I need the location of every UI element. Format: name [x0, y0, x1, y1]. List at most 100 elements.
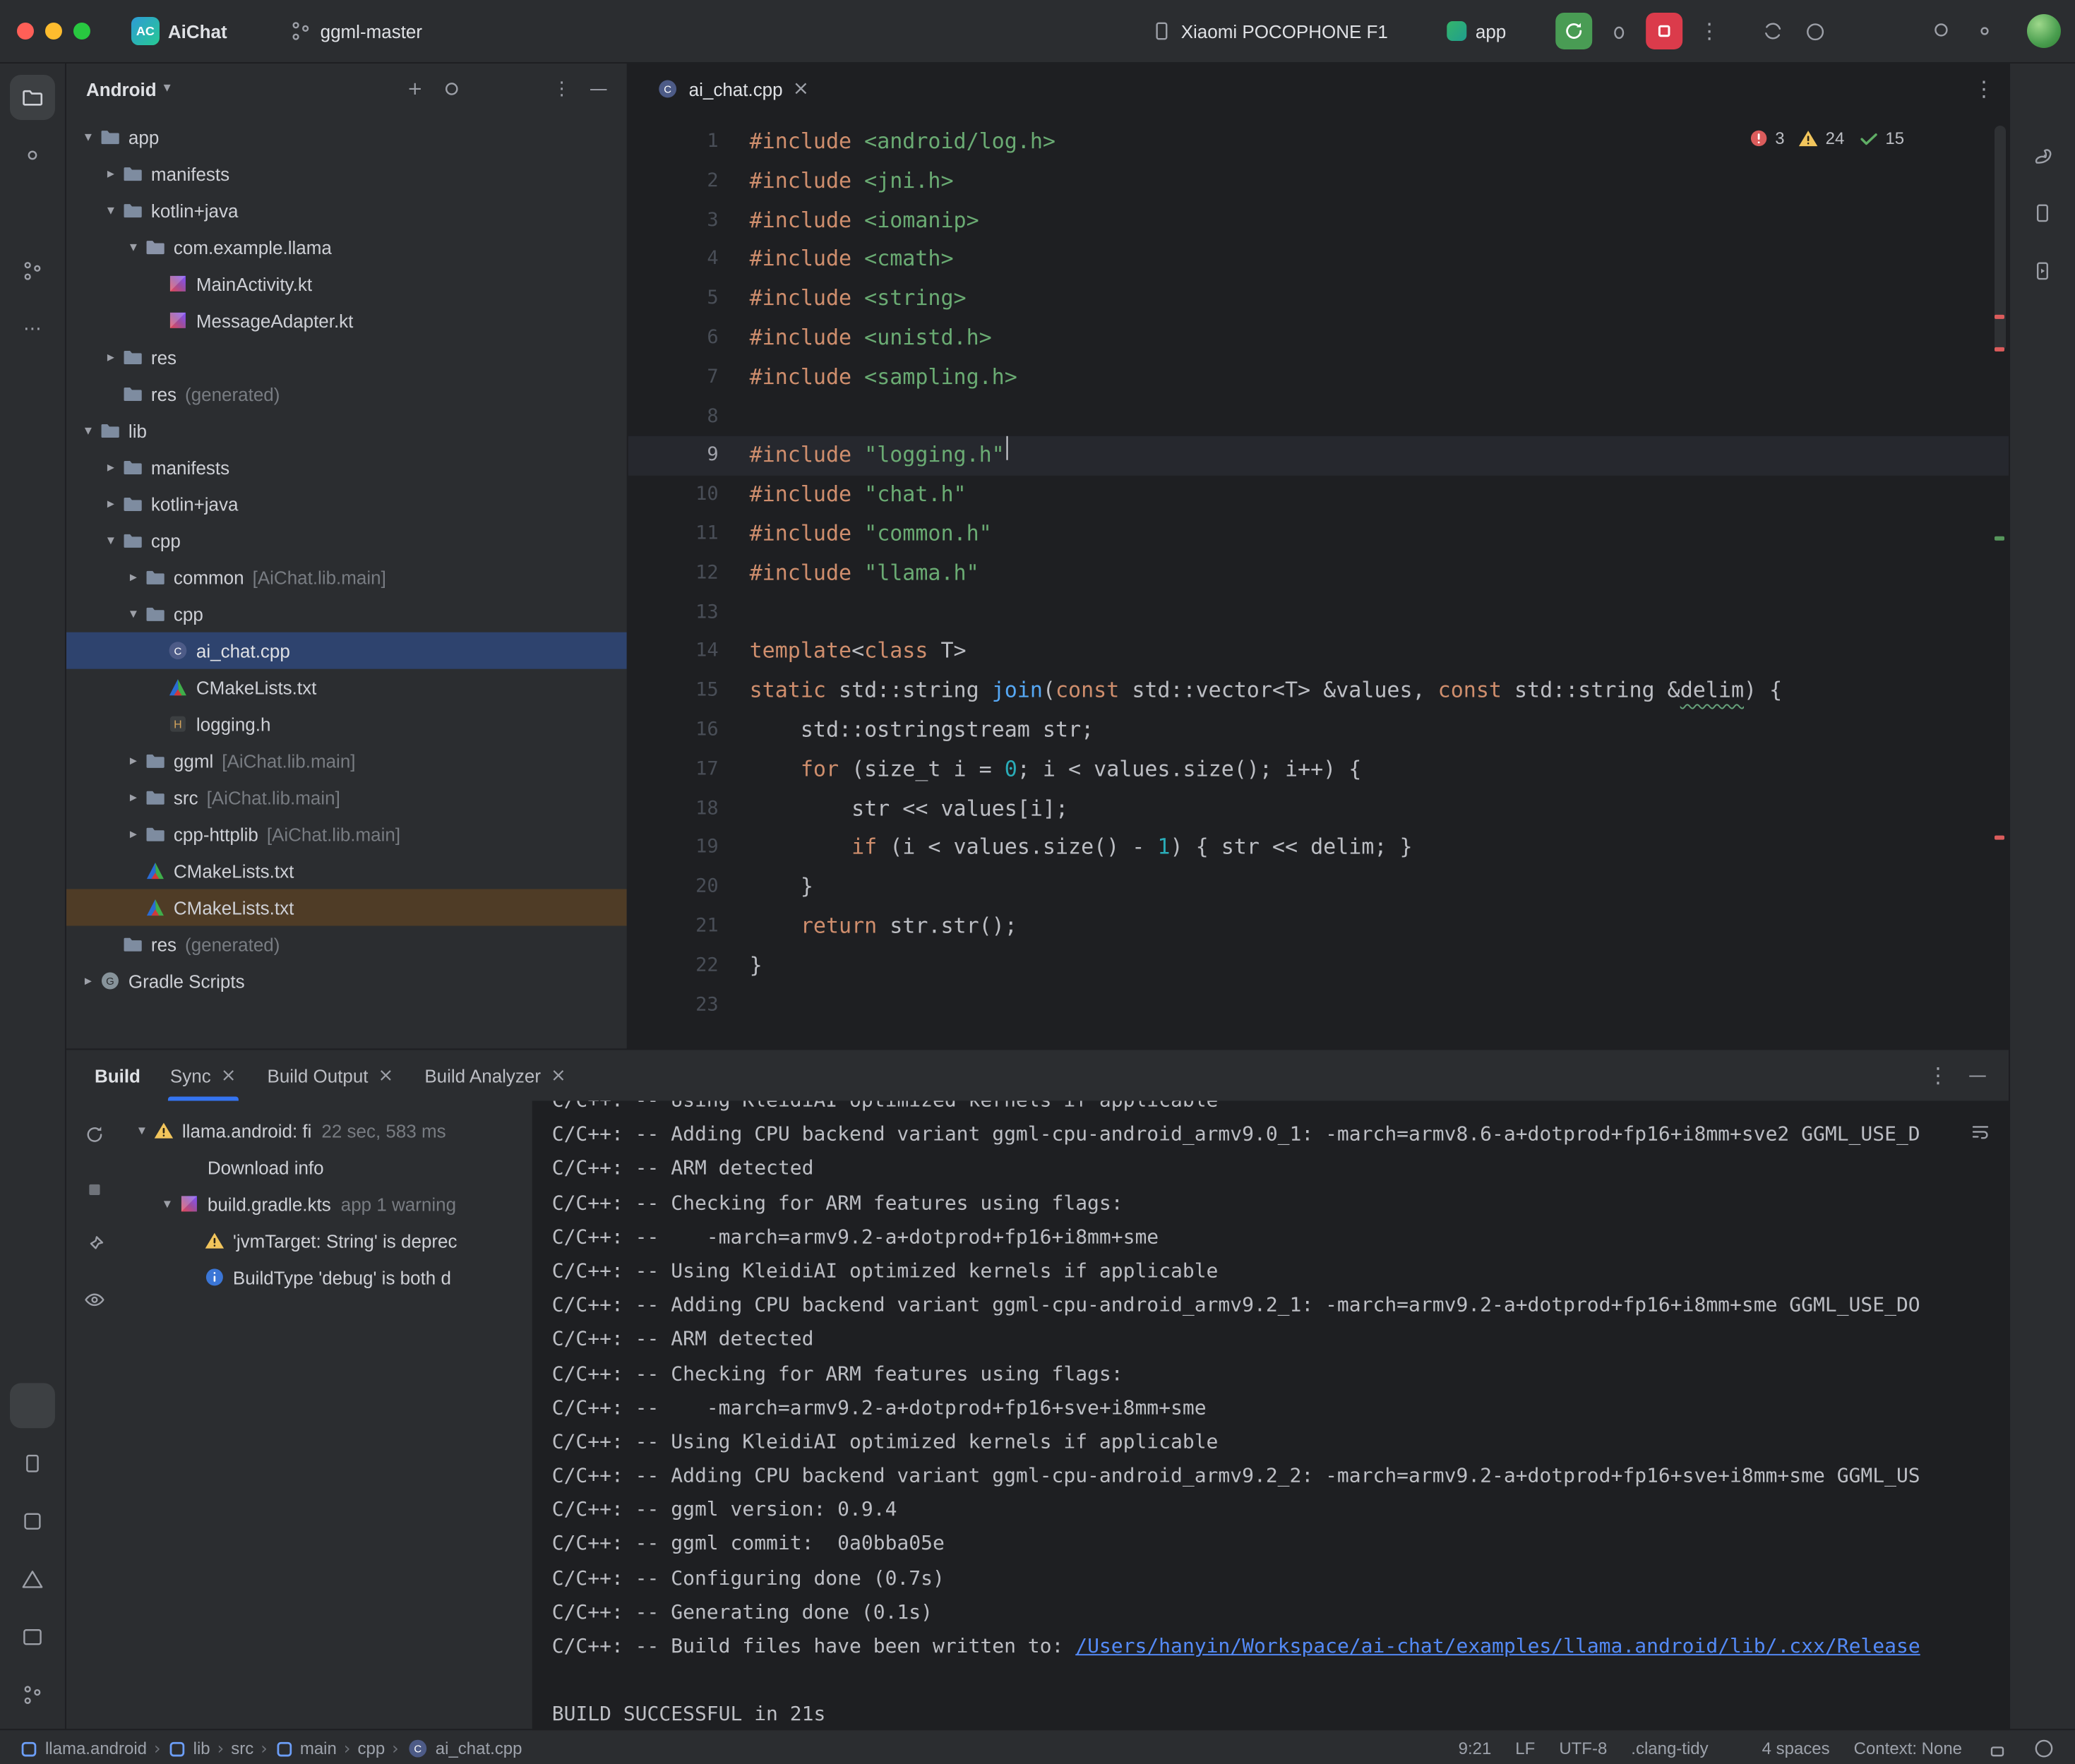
- indent-style-widget[interactable]: 4 spaces: [1733, 1737, 1830, 1760]
- tree-item-manifests[interactable]: ▸manifests: [66, 449, 627, 486]
- close-window-button[interactable]: [17, 23, 34, 40]
- close-tab-icon[interactable]: ×: [793, 79, 809, 99]
- search-button[interactable]: [1922, 11, 1962, 51]
- close-tab-icon[interactable]: ×: [378, 1066, 394, 1084]
- commit-button[interactable]: [10, 133, 55, 178]
- tree-item-kotlin-java[interactable]: ▾kotlin+java: [66, 192, 627, 229]
- project-widget[interactable]: AC AiChat: [121, 11, 268, 51]
- code-editor[interactable]: 1#include <android/log.h>2#include <jni.…: [628, 114, 2009, 1049]
- tree-item-cmakelists-txt[interactable]: CMakeLists.txt: [66, 669, 627, 706]
- error-mark[interactable]: [1995, 836, 2004, 840]
- lock-widget[interactable]: [1986, 1737, 2009, 1760]
- breadcrumb-item[interactable]: llama.android: [20, 1739, 147, 1758]
- more-actions-button[interactable]: ⋮: [1691, 13, 1728, 49]
- tree-item-logging-h[interactable]: Hlogging.h: [66, 706, 627, 743]
- tree-item-app[interactable]: ▾app: [66, 119, 627, 155]
- minus-button[interactable]: —: [582, 72, 616, 106]
- chevron-right-icon[interactable]: ▸: [100, 496, 121, 512]
- build-tree-item[interactable]: ▾llama.android: fi22 sec, 583 ms: [123, 1112, 532, 1148]
- settings-button[interactable]: [1965, 11, 2004, 51]
- device-manager-button[interactable]: [2020, 191, 2065, 236]
- line-separator-widget[interactable]: LF: [1515, 1739, 1535, 1758]
- tree-item-messageadapter-kt[interactable]: MessageAdapter.kt: [66, 302, 627, 339]
- change-mark[interactable]: [1995, 536, 2004, 541]
- inspection-widget[interactable]: 3 24 15: [1747, 127, 1975, 150]
- trash-button[interactable]: [1963, 1222, 1997, 1256]
- build-tree-item[interactable]: 'jvmTarget: String' is deprec: [123, 1222, 532, 1259]
- tree-item-res[interactable]: res(generated): [66, 926, 627, 963]
- breadcrumb-item[interactable]: lib: [168, 1739, 210, 1758]
- caret-position-widget[interactable]: 9:21: [1459, 1739, 1492, 1758]
- sync-button[interactable]: [1753, 11, 1793, 51]
- tree-item-lib[interactable]: ▾lib: [66, 412, 627, 449]
- editor-options-kebab-icon[interactable]: ⋮: [1973, 78, 1995, 100]
- breadcrumb-item[interactable]: cpp: [357, 1739, 385, 1758]
- tree-item-cmakelists-txt[interactable]: CMakeLists.txt: [66, 889, 627, 926]
- hide-panel-icon[interactable]: —: [1968, 1066, 1987, 1084]
- tree-item-ggml[interactable]: ▸ggml[AiChat.lib.main]: [66, 743, 627, 779]
- tree-item-manifests[interactable]: ▸manifests: [66, 155, 627, 192]
- build-tab-build-output[interactable]: Build Output×: [252, 1050, 409, 1100]
- build-tree-item[interactable]: Download info: [123, 1148, 532, 1185]
- more-vertical-button[interactable]: ⋮: [545, 72, 579, 106]
- list-button[interactable]: [1838, 11, 1877, 51]
- version-control-button[interactable]: [10, 1672, 55, 1717]
- scroll-end-button[interactable]: [1963, 1168, 1997, 1202]
- soft-wrap-button[interactable]: [1963, 1115, 1997, 1148]
- error-mark[interactable]: [1995, 347, 2004, 352]
- editor-tab[interactable]: C ai_chat.cpp ×: [642, 64, 823, 114]
- structure-button[interactable]: [10, 191, 55, 236]
- chevron-right-icon[interactable]: ▸: [100, 460, 121, 475]
- run-configuration-selector[interactable]: app: [1437, 14, 1547, 48]
- maximize-window-button[interactable]: [73, 23, 90, 40]
- tree-item-cpp[interactable]: ▾cpp: [66, 596, 627, 632]
- pin-button[interactable]: [78, 1228, 112, 1261]
- build-tree-item[interactable]: ▾build.gradle.ktsapp 1 warning: [123, 1185, 532, 1222]
- tree-item-cpp-httplib[interactable]: ▸cpp-httplib[AiChat.lib.main]: [66, 816, 627, 853]
- tree-item-res[interactable]: ▸res: [66, 339, 627, 376]
- tree-item-gradle-scripts[interactable]: ▸GGradle Scripts: [66, 963, 627, 1000]
- puzzle-button[interactable]: [1880, 11, 1920, 51]
- stop-gray-button[interactable]: [78, 1172, 112, 1206]
- clang-tidy-widget[interactable]: .clang-tidy: [1631, 1739, 1708, 1758]
- build-tab-build-analyzer[interactable]: Build Analyzer×: [409, 1050, 582, 1100]
- file-link[interactable]: /Users/hanyin/Workspace/ai-chat/examples…: [1075, 1636, 1920, 1658]
- previous-problem-icon[interactable]: [1917, 127, 1939, 150]
- rerun-button[interactable]: [78, 1117, 112, 1151]
- chevron-right-icon[interactable]: ▸: [78, 973, 99, 989]
- chevron-down-icon[interactable]: ▾: [100, 203, 121, 218]
- close-tab-icon[interactable]: ×: [221, 1066, 237, 1084]
- chevron-right-icon[interactable]: ▸: [100, 166, 121, 181]
- breadcrumb-item[interactable]: Cai_chat.cpp: [406, 1737, 522, 1760]
- plus-button[interactable]: +: [398, 72, 432, 106]
- device-selector[interactable]: Xiaomi POCOPHONE F1: [1140, 14, 1429, 48]
- next-problem-icon[interactable]: [1952, 127, 1975, 150]
- chevron-down-icon[interactable]: ▾: [123, 606, 144, 622]
- problems-button[interactable]: [10, 1556, 55, 1602]
- chevron-down-icon[interactable]: ▾: [78, 129, 99, 145]
- error-stripe[interactable]: [1990, 114, 2009, 1049]
- tree-item-mainactivity-kt[interactable]: MainActivity.kt: [66, 265, 627, 302]
- analysis-context-widget[interactable]: Context: None: [1854, 1739, 1962, 1758]
- notifications-button[interactable]: [2020, 75, 2065, 120]
- tree-item-com-example-llama[interactable]: ▾com.example.llama: [66, 229, 627, 265]
- chevron-down-icon[interactable]: ▾: [123, 239, 144, 255]
- user-avatar[interactable]: [2027, 14, 2061, 48]
- build-console[interactable]: C/C++: -- Using KleidiAI optimized kerne…: [532, 1100, 2009, 1730]
- expand-all-button[interactable]: [472, 72, 506, 106]
- build-tree-item[interactable]: BuildType 'debug' is both d: [123, 1259, 532, 1295]
- help-widget[interactable]: [2033, 1737, 2055, 1760]
- locate-button[interactable]: [435, 72, 469, 106]
- project-button[interactable]: [10, 75, 55, 120]
- chevron-down-icon[interactable]: ▾: [157, 1196, 178, 1211]
- stop-button[interactable]: [1646, 13, 1682, 49]
- breadcrumb-item[interactable]: src: [231, 1739, 253, 1758]
- chevron-right-icon[interactable]: ▸: [100, 349, 121, 365]
- tree-item-common[interactable]: ▸common[AiChat.lib.main]: [66, 559, 627, 596]
- tree-item-kotlin-java[interactable]: ▸kotlin+java: [66, 486, 627, 522]
- error-mark[interactable]: [1995, 315, 2004, 319]
- device-explorer-button[interactable]: [10, 1441, 55, 1486]
- breadcrumb-item[interactable]: main: [275, 1739, 337, 1758]
- build-tab-sync[interactable]: Sync×: [155, 1050, 252, 1100]
- chevron-down-icon[interactable]: ▾: [131, 1122, 153, 1138]
